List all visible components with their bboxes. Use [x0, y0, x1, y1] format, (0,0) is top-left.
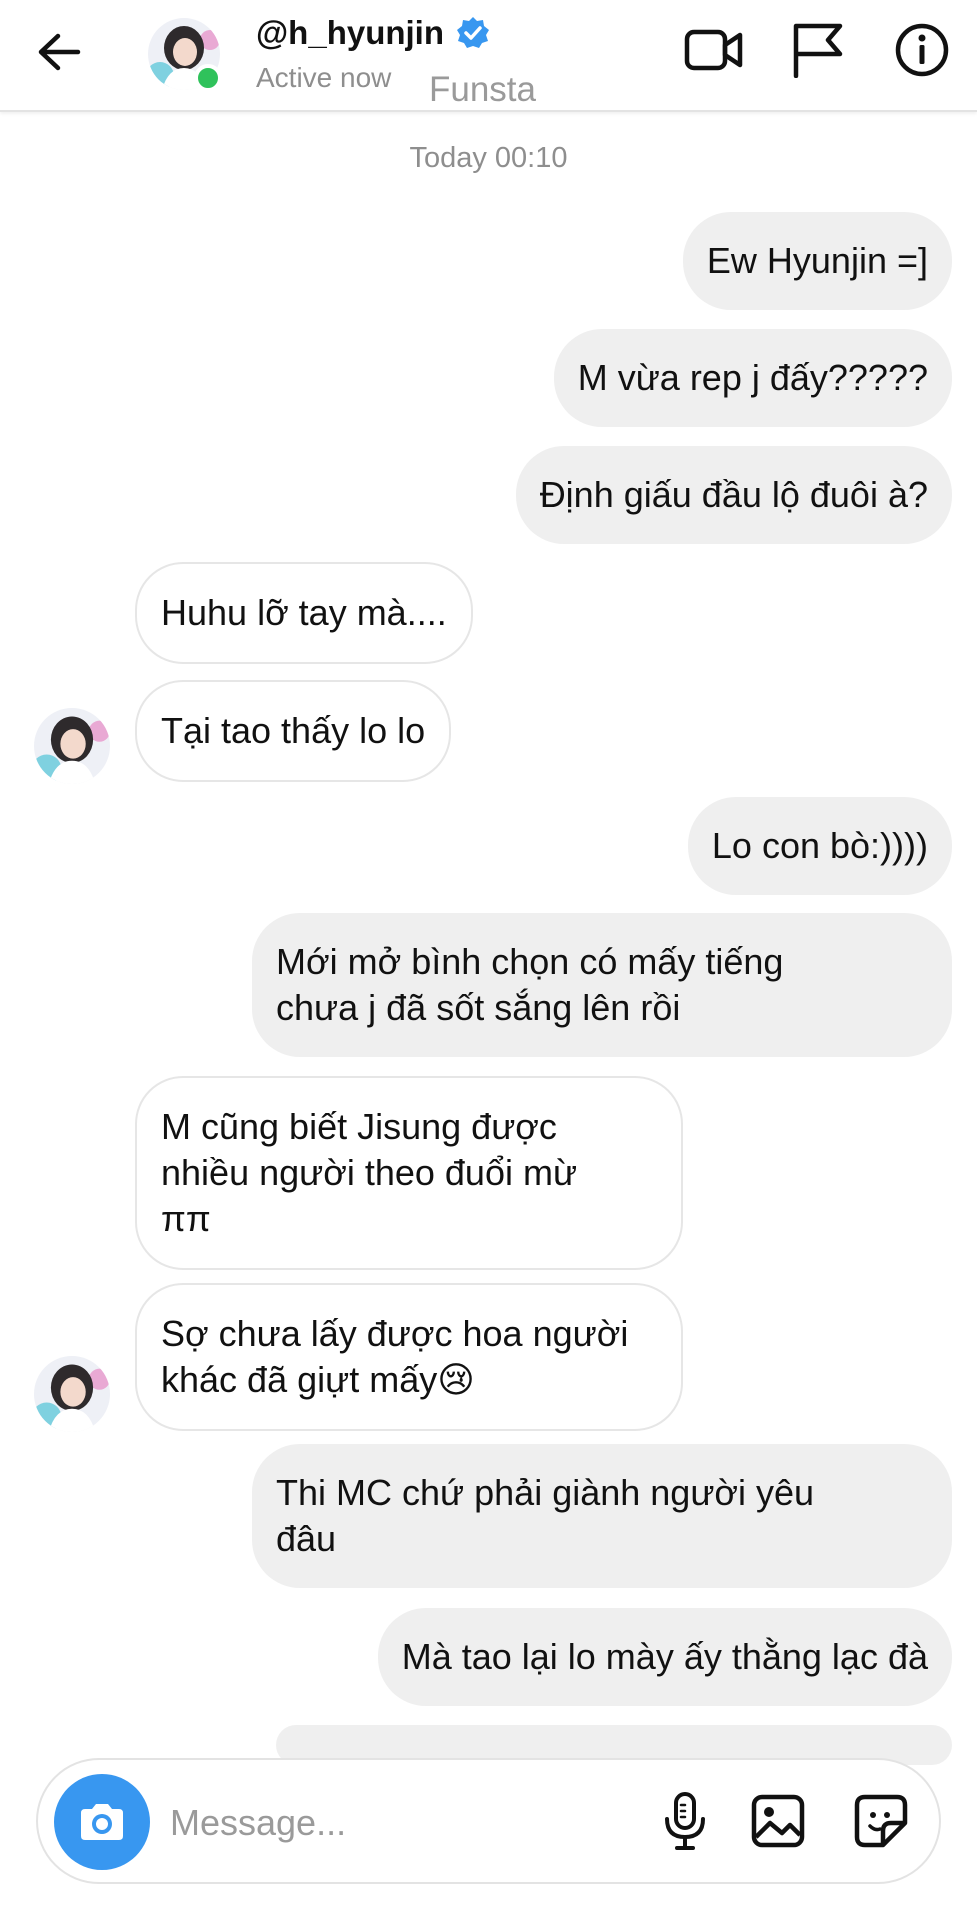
sender-avatar[interactable]: [34, 1356, 110, 1432]
message-composer: [36, 1758, 941, 1884]
video-camera-icon: [684, 29, 743, 71]
sent-message[interactable]: Thi MC chứ phải giành người yêu đâu: [252, 1444, 952, 1588]
online-indicator: [194, 64, 222, 92]
received-message[interactable]: Sợ chưa lấy được hoa người khác đã giựt …: [135, 1283, 683, 1431]
message-line: Thi MC chứ phải giành người yêu: [276, 1472, 815, 1513]
message-text: M vừa rep j đấy?????: [577, 357, 928, 398]
arrow-left-icon: [38, 33, 81, 71]
message-line: đâu: [276, 1518, 337, 1559]
info-icon: [895, 23, 949, 77]
active-status: Active now: [256, 62, 392, 93]
sent-message[interactable]: Định giấu đầu lộ đuôi à?: [515, 446, 952, 544]
voice-message-button[interactable]: [650, 1786, 720, 1856]
message-line: Sợ chưa lấy được hoa người: [161, 1313, 629, 1354]
message-text: Tại tao thấy lo lo: [161, 710, 426, 751]
message-line: M cũng biết Jisung được: [161, 1106, 557, 1147]
conversation-timestamp: Today 00:10: [409, 142, 568, 174]
back-button[interactable]: [34, 24, 84, 80]
sender-avatar[interactable]: [34, 708, 110, 784]
received-message[interactable]: M cũng biết Jisung được nhiều người theo…: [135, 1076, 683, 1270]
received-message[interactable]: Tại tao thấy lo lo: [135, 680, 452, 782]
message-text: Định giấu đầu lộ đuôi à?: [539, 474, 928, 515]
account-label: Funsta: [429, 70, 536, 109]
message-line: Mới mở bình chọn có mấy tiếng: [276, 941, 784, 982]
chat-header: @h_hyunjin Active now Funsta: [0, 0, 977, 112]
flag-icon: [793, 23, 843, 78]
sticker-icon: [854, 1794, 908, 1848]
message-text: Huhu lỡ tay mà....: [161, 592, 447, 633]
camera-icon: [81, 1804, 123, 1840]
microphone-icon: [665, 1792, 705, 1850]
message-input[interactable]: [170, 1788, 630, 1858]
message-text: Mà tao lại lo mày ấy thằng lạc đà: [401, 1636, 928, 1677]
sticker-button[interactable]: [846, 1786, 916, 1856]
message-text: Lo con bò:)))): [711, 825, 928, 866]
message-text: Ew Hyunjin =]: [706, 240, 928, 281]
camera-button[interactable]: [54, 1774, 150, 1870]
info-button[interactable]: [890, 20, 954, 80]
profile-avatar[interactable]: [148, 18, 222, 92]
message-line: chưa j đã sốt sắng lên rồi: [276, 987, 681, 1028]
username: @h_hyunjin: [256, 14, 445, 51]
sent-message[interactable]: Mà tao lại lo mày ấy thằng lạc đà: [377, 1608, 952, 1706]
image-icon: [751, 1794, 805, 1848]
verified-badge-icon: [457, 17, 490, 48]
sent-message[interactable]: Mới mở bình chọn có mấy tiếng chưa j đã …: [252, 913, 952, 1057]
sent-message[interactable]: M vừa rep j đấy?????: [553, 329, 952, 427]
video-call-button[interactable]: [682, 20, 746, 80]
message-line: khác đã giựt mấy😢: [161, 1359, 475, 1400]
received-message[interactable]: Huhu lỡ tay mà....: [135, 562, 473, 664]
gallery-button[interactable]: [743, 1786, 813, 1856]
username-row[interactable]: @h_hyunjin: [256, 14, 490, 52]
sent-message[interactable]: Ew Hyunjin =]: [682, 212, 952, 310]
report-button[interactable]: [786, 20, 850, 80]
message-line: nhiều người theo đuổi mừ: [161, 1152, 578, 1193]
message-line: ππ: [161, 1198, 211, 1239]
sent-message[interactable]: Lo con bò:)))): [687, 797, 952, 895]
